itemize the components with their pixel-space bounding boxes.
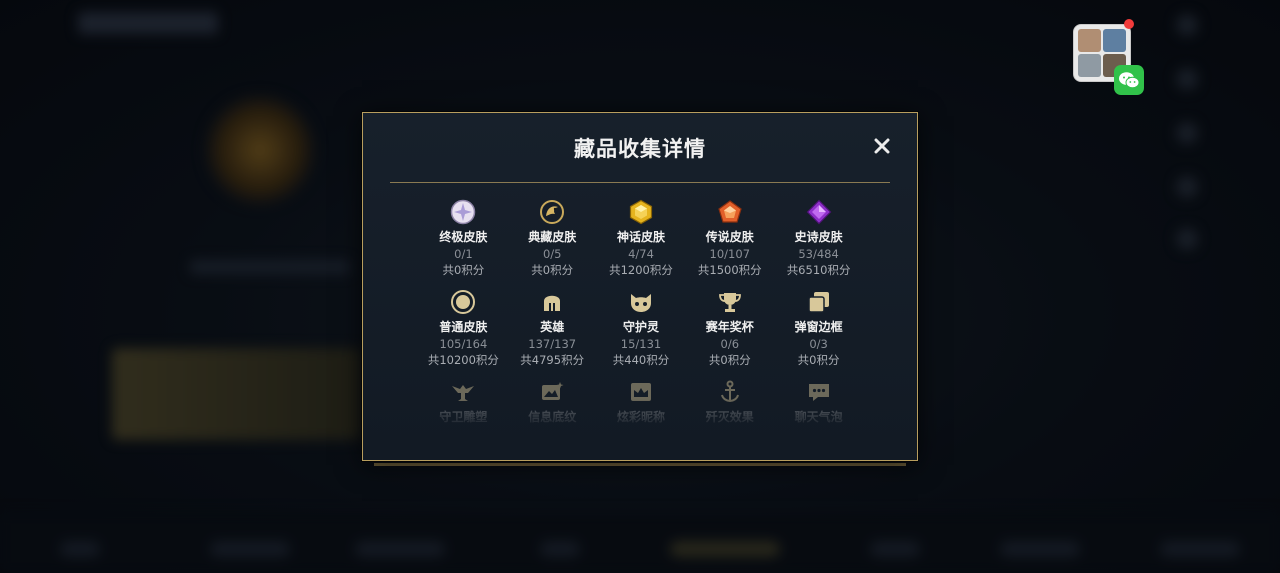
wechat-icon[interactable]: [1114, 65, 1144, 95]
collection-item-season-trophy[interactable]: 赛年奖杯 0/6 共0积分: [685, 289, 774, 379]
collection-item-legendary-skin[interactable]: 传说皮肤 10/107 共1500积分: [685, 199, 774, 289]
popup-frame-icon: [806, 289, 832, 315]
guardian-spirit-icon: [628, 289, 654, 315]
collection-item-guard-statue[interactable]: 守卫雕塑: [419, 379, 508, 429]
collection-item-ultimate-skin[interactable]: 终极皮肤 0/1 共0积分: [419, 199, 508, 289]
collection-row: 终极皮肤 0/1 共0积分 典藏皮肤 0/5 共0积分 神话皮肤 4/74 共1…: [419, 199, 863, 289]
statue-icon: [450, 379, 476, 405]
collection-item-epic-skin[interactable]: 史诗皮肤 53/484 共6510积分: [774, 199, 863, 289]
collection-item-mythic-skin[interactable]: 神话皮肤 4/74 共1200积分: [597, 199, 686, 289]
colorful-nickname-icon: [628, 379, 654, 405]
avatar: [1078, 54, 1101, 77]
collection-item-guardian-spirit[interactable]: 守护灵 15/131 共440积分: [597, 289, 686, 379]
trophy-icon: [717, 289, 743, 315]
collection-item-normal-skin[interactable]: 普通皮肤 105/164 共10200积分: [419, 289, 508, 379]
collection-item-colorful-nickname[interactable]: 炫彩昵称: [597, 379, 686, 429]
dialog-bottom-accent: [374, 463, 906, 466]
collection-row: 普通皮肤 105/164 共10200积分 英雄 137/137 共4795积分: [419, 289, 863, 379]
close-icon: [874, 138, 890, 154]
info-background-icon: [539, 379, 565, 405]
close-button[interactable]: [871, 135, 893, 157]
collection-item-hero[interactable]: 英雄 137/137 共4795积分: [508, 289, 597, 379]
epic-skin-icon: [806, 199, 832, 225]
collection-grid: 终极皮肤 0/1 共0积分 典藏皮肤 0/5 共0积分 神话皮肤 4/74 共1…: [419, 199, 863, 429]
dialog-title: 藏品收集详情: [574, 137, 706, 161]
notification-dot: [1124, 19, 1134, 29]
collection-item-collector-skin[interactable]: 典藏皮肤 0/5 共0积分: [508, 199, 597, 289]
collection-item-elimination-effect[interactable]: 歼灭效果: [685, 379, 774, 429]
hero-helmet-icon: [539, 289, 565, 315]
collection-row: 守卫雕塑 信息底纹 炫彩昵称 歼灭效果 聊天气泡: [419, 379, 863, 429]
mythic-skin-icon: [628, 199, 654, 225]
normal-skin-icon: [450, 289, 476, 315]
collection-item-chat-bubble[interactable]: 聊天气泡: [774, 379, 863, 429]
collection-item-popup-frame[interactable]: 弹窗边框 0/3 共0积分: [774, 289, 863, 379]
elimination-effect-icon: [717, 379, 743, 405]
collection-details-dialog: 藏品收集详情 终极皮肤 0/1 共0积分 典藏皮肤 0/5 共0积分 神话皮肤 …: [362, 112, 918, 461]
ultimate-skin-icon: [450, 199, 476, 225]
legendary-skin-icon: [717, 199, 743, 225]
avatar: [1078, 29, 1101, 52]
collection-item-info-background[interactable]: 信息底纹: [508, 379, 597, 429]
title-divider: [390, 182, 890, 183]
avatar: [1103, 29, 1126, 52]
collector-skin-icon: [539, 199, 565, 225]
chat-bubble-icon: [806, 379, 832, 405]
